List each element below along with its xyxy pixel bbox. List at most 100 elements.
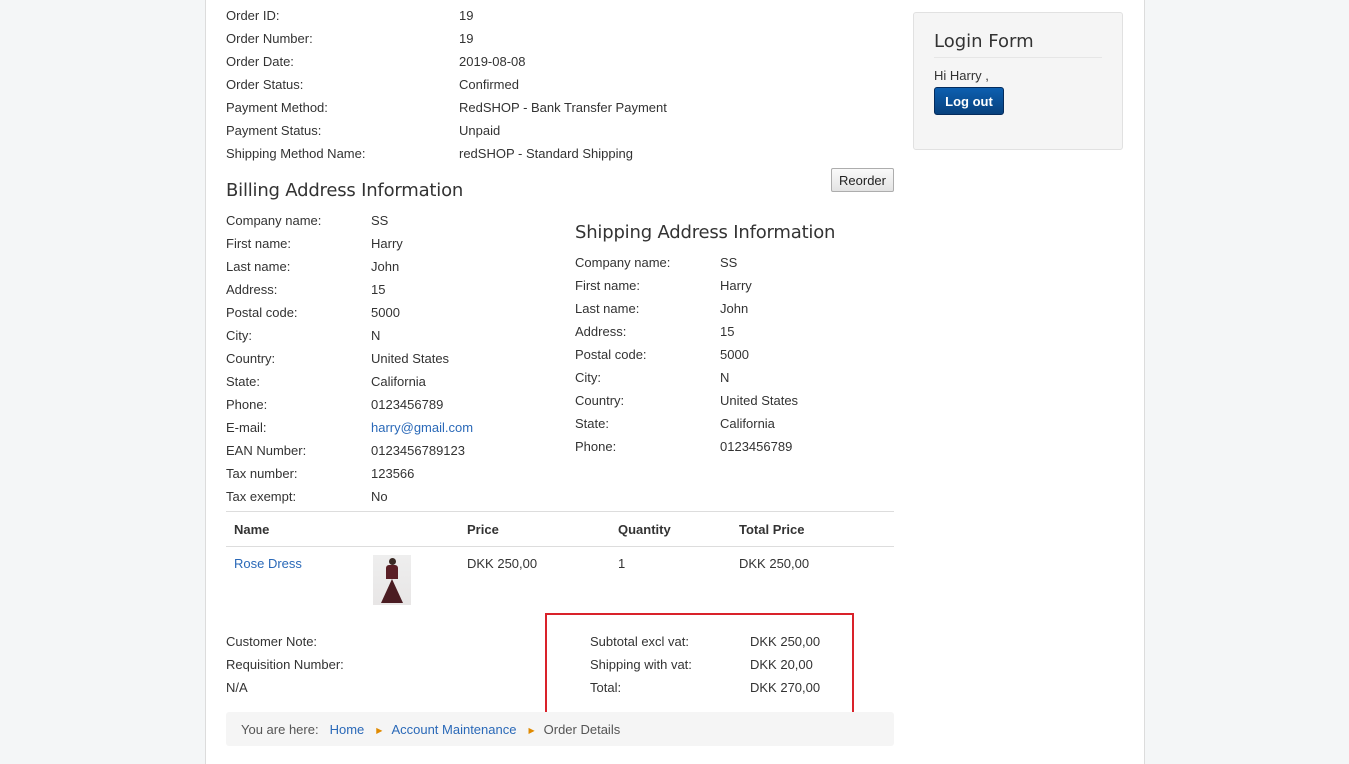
field-value: California [371, 374, 426, 389]
header-total: Total Price [739, 521, 805, 537]
chevron-right-icon: ▶ [528, 725, 535, 735]
reorder-button[interactable]: Reorder [831, 168, 894, 192]
field-label: E-mail: [226, 420, 267, 435]
field-value: 0123456789 [371, 397, 444, 412]
field-value: 123566 [371, 466, 415, 481]
billing-row: E-mail: harry@gmail.com [226, 416, 473, 439]
breadcrumb: You are here: Home ▶ Account Maintenance… [226, 712, 894, 746]
billing-row: Phone: 0123456789 [226, 393, 473, 416]
header-price: Price [467, 521, 499, 537]
payment-method-row: Payment Method: RedSHOP - Bank Transfer P… [226, 96, 667, 119]
breadcrumb-home[interactable]: Home [330, 722, 365, 737]
field-label: Phone: [226, 397, 268, 412]
breadcrumb-account-maintenance[interactable]: Account Maintenance [391, 722, 516, 737]
order-number-row: Order Number: 19 [226, 27, 667, 50]
field-label: First name: [226, 236, 292, 251]
field-value: 15 [371, 282, 386, 297]
field-label: Country: [575, 393, 625, 408]
email-link[interactable]: harry@gmail.com [371, 420, 473, 435]
requisition-value-text: N/A [226, 680, 248, 695]
shipping-row: Address: 15 [575, 320, 798, 343]
shipping-row: City: N [575, 366, 798, 389]
product-link[interactable]: Rose Dress [226, 556, 373, 571]
field-label: Tax exempt: [226, 489, 297, 504]
field-label: EAN Number: [226, 443, 307, 458]
field-label: Postal code: [575, 347, 647, 362]
field-label: Order Date: [226, 54, 294, 69]
order-totals: Subtotal excl vat: DKK 250,00 Shipping wi… [590, 630, 820, 699]
field-value: John [371, 259, 400, 274]
field-value: SS [720, 255, 738, 270]
breadcrumb-prefix: You are here: [241, 721, 319, 737]
product-image[interactable] [373, 555, 411, 605]
shipping-cost-row: Shipping with vat: DKK 20,00 [590, 653, 820, 676]
shipping-row: Postal code: 5000 [575, 343, 798, 366]
requisition-text: Requisition Number: [226, 657, 344, 672]
customer-note-label: Customer Note: [226, 630, 344, 653]
order-info: Order ID: 19 Order Number: 19 Order Date: 2… [226, 4, 667, 165]
field-label: Last name: [226, 259, 291, 274]
order-id-row: Order ID: 19 [226, 4, 667, 27]
field-label: City: [575, 370, 601, 385]
field-label: Company name: [226, 213, 322, 228]
requisition-label: Requisition Number: [226, 653, 344, 676]
field-value: 0123456789123 [371, 443, 465, 458]
shipping-row: Country: United States [575, 389, 798, 412]
billing-row: Company name: SS [226, 209, 473, 232]
field-value: Unpaid [459, 123, 501, 138]
field-label: Payment Method: [226, 100, 328, 115]
field-value: Confirmed [459, 77, 519, 92]
field-label: Last name: [575, 301, 640, 316]
billing-address: Company name: SS First name: Harry Last na… [226, 209, 473, 508]
field-value: Harry [371, 236, 403, 251]
shipping-row: State: California [575, 412, 798, 435]
field-label: Phone: [575, 439, 617, 454]
chevron-right-icon: ▶ [376, 725, 383, 735]
field-value: RedSHOP - Bank Transfer Payment [459, 100, 667, 115]
login-form-title: Login Form [934, 31, 1102, 58]
field-value: N [720, 370, 730, 385]
billing-row: First name: Harry [226, 232, 473, 255]
billing-row: Address: 15 [226, 278, 473, 301]
customer-note-text: Customer Note: [226, 634, 318, 649]
field-value: United States [720, 393, 799, 408]
field-value: SS [371, 213, 389, 228]
order-date-row: Order Date: 2019-08-08 [226, 50, 667, 73]
grand-total-row: Total: DKK 270,00 [590, 676, 820, 699]
page-container: Order ID: 19 Order Number: 19 Order Date: 2… [205, 0, 1145, 764]
field-label: Tax number: [226, 466, 298, 481]
billing-row: Country: United States [226, 347, 473, 370]
greeting-text: Hi Harry , [934, 68, 989, 83]
billing-row: Tax exempt: No [226, 485, 473, 508]
field-value: Harry [720, 278, 752, 293]
field-label: Payment Status: [226, 123, 322, 138]
order-status-row: Order Status: Confirmed [226, 73, 667, 96]
product-image-cell [373, 555, 467, 605]
total-value: DKK 270,00 [750, 680, 821, 695]
field-value: No [371, 489, 388, 504]
shipping-row: Company name: SS [575, 251, 798, 274]
billing-row: Tax number: 123566 [226, 462, 473, 485]
login-form-module: Login Form Hi Harry , Log out [913, 12, 1123, 150]
product-price: DKK 250,00 [467, 556, 538, 571]
logout-button[interactable]: Log out [934, 87, 1004, 115]
shipping-address: Company name: SS First name: Harry Last na… [575, 251, 798, 458]
shipping-title: Shipping Address Information [575, 222, 836, 243]
subtotal-row: Subtotal excl vat: DKK 250,00 [590, 630, 820, 653]
field-label: Shipping Method Name: [226, 146, 366, 161]
field-label: Order Number: [226, 31, 313, 46]
billing-row: State: California [226, 370, 473, 393]
field-value: United States [371, 351, 450, 366]
field-label: Order Status: [226, 77, 304, 92]
field-label: Address: [226, 282, 278, 297]
total-label: Shipping with vat: [590, 657, 692, 672]
field-value: 2019-08-08 [459, 54, 526, 69]
billing-row: City: N [226, 324, 473, 347]
field-value: California [720, 416, 775, 431]
shipping-row: Last name: John [575, 297, 798, 320]
billing-row: Postal code: 5000 [226, 301, 473, 324]
field-value: 19 [459, 31, 474, 46]
header-name: Name [234, 521, 270, 537]
total-value: DKK 20,00 [750, 657, 813, 672]
order-items-table: Name Price Quantity Total Price Rose Dre… [226, 511, 894, 615]
